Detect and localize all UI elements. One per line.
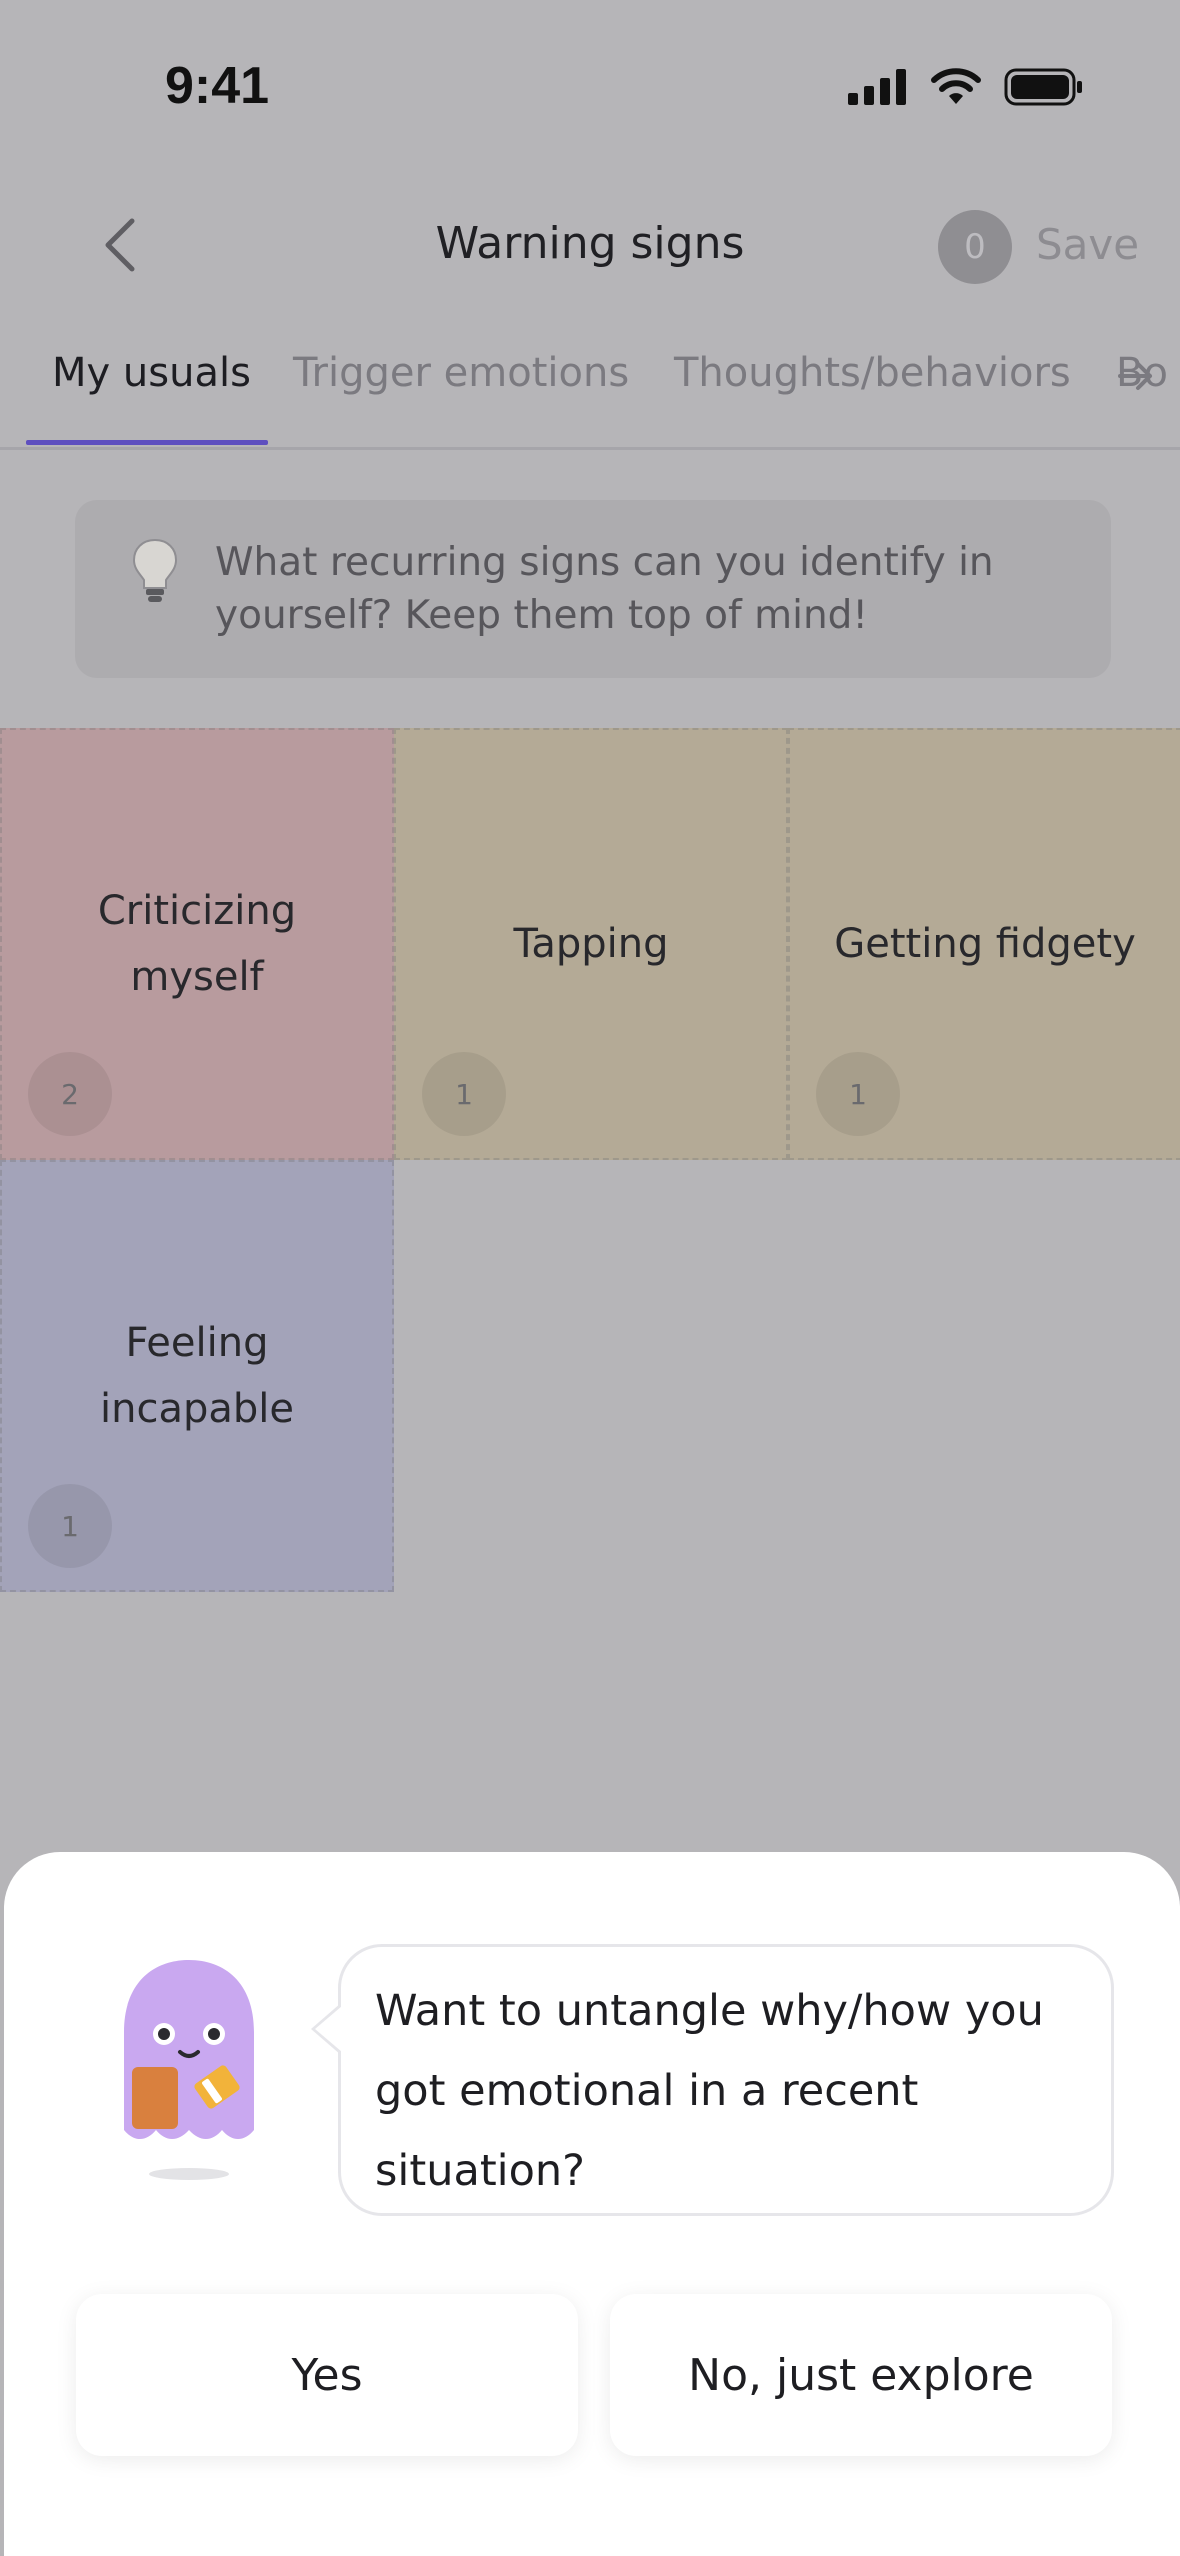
tile-count-badge: 1 xyxy=(422,1052,506,1136)
tip-text: What recurring signs can you identify in… xyxy=(215,540,994,638)
tab-bar: My usuals Trigger emotions Thoughts/beha… xyxy=(0,330,1180,450)
tab-my-usuals[interactable]: My usuals xyxy=(52,350,251,396)
battery-icon xyxy=(1004,68,1082,106)
speech-bubble-tail xyxy=(311,2003,342,2055)
sign-tile[interactable]: Getting fidgety 1 xyxy=(788,728,1180,1160)
arrow-right-icon xyxy=(1118,362,1152,390)
speech-bubble: Want to untangle why/how you got emotion… xyxy=(311,1944,1114,2216)
header: Warning signs 0 Save xyxy=(0,190,1180,300)
just-explore-button[interactable]: No, just explore xyxy=(610,2294,1112,2456)
yes-button[interactable]: Yes xyxy=(76,2294,578,2456)
speech-text: Want to untangle why/how you got emotion… xyxy=(375,1986,1044,2196)
tab-trigger-emotions[interactable]: Trigger emotions xyxy=(293,350,629,396)
sign-tile[interactable]: Tapping 1 xyxy=(394,728,788,1160)
tile-count-badge: 1 xyxy=(816,1052,900,1136)
tile-count-badge: 2 xyxy=(28,1052,112,1136)
tip-banner: What recurring signs can you identify in… xyxy=(75,500,1111,678)
wifi-icon xyxy=(931,68,981,104)
cellular-signal-icon xyxy=(848,69,906,105)
tile-count-badge: 1 xyxy=(28,1484,112,1568)
status-time: 9:41 xyxy=(165,57,270,115)
bottom-sheet: Want to untangle why/how you got emotion… xyxy=(4,1852,1180,2556)
save-button[interactable]: Save xyxy=(1036,220,1139,269)
status-icons xyxy=(848,68,1084,106)
sign-tile[interactable]: Feeling incapable 1 xyxy=(0,1160,394,1592)
status-bar: 9:41 xyxy=(0,0,1180,180)
lightbulb-icon xyxy=(132,538,178,602)
active-tab-indicator xyxy=(26,440,268,445)
save-count-badge: 0 xyxy=(938,210,1012,284)
tab-thoughts-behaviors[interactable]: Thoughts/behaviors xyxy=(674,350,1071,396)
sign-tile[interactable]: Criticizing myself 2 xyxy=(0,728,394,1160)
mascot-illustration xyxy=(124,1960,254,2180)
